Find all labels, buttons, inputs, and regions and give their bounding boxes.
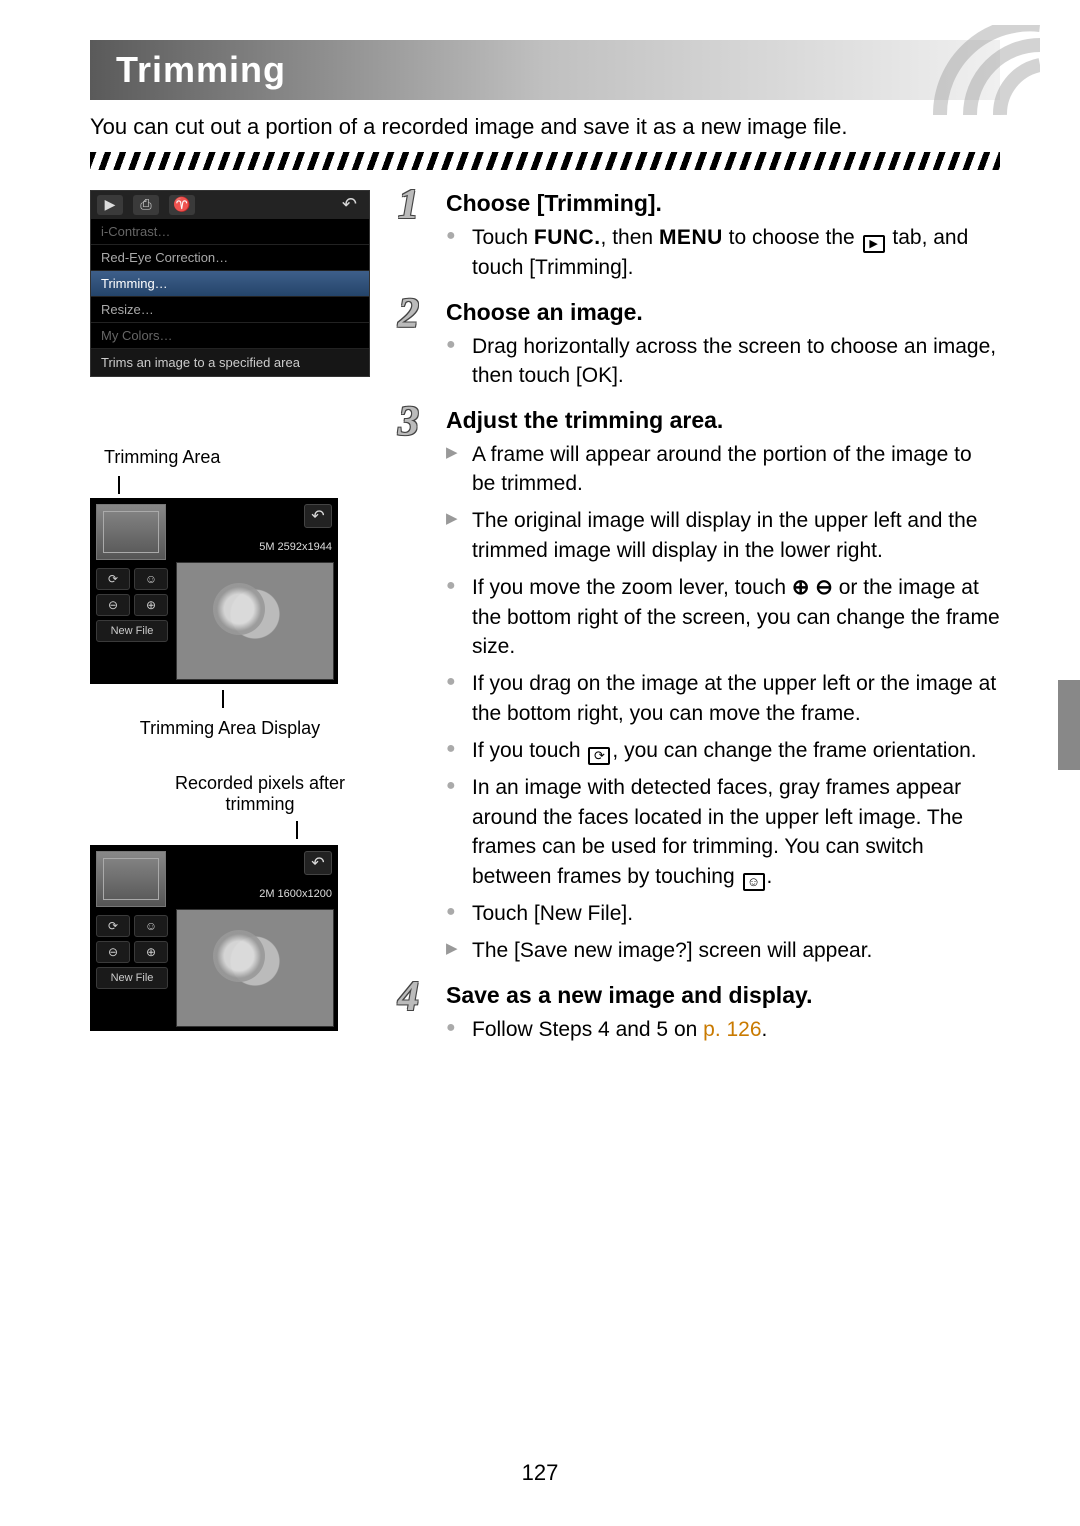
step-2: 2 Choose an image. Drag horizontally acr…: [398, 299, 1000, 391]
step-number: 1: [398, 184, 419, 226]
intro-text: You can cut out a portion of a recorded …: [90, 112, 1000, 142]
zoom-in-icon: ⊕: [134, 941, 168, 963]
back-icon: ↶: [336, 194, 363, 215]
menu-rows: i-Contrast… Red-Eye Correction… Trimming…: [91, 219, 369, 349]
play-tab-icon: [863, 235, 885, 253]
menu-hint: Trims an image to a specified area: [91, 349, 369, 376]
step-bullet: If you touch , you can change the frame …: [446, 736, 1000, 765]
step-number: 3: [398, 401, 419, 443]
label-recorded-px: Recorded pixels after trimming: [150, 773, 370, 815]
section-header: Trimming: [90, 40, 1000, 100]
pointer-line: [90, 821, 370, 841]
pointer-line: [90, 474, 370, 494]
face-icon: ☺: [134, 568, 168, 590]
zoom-in-icon: ⊕: [134, 594, 168, 616]
zoom-in-icon: ⊕: [792, 576, 810, 599]
trimming-area-figure: Trimming Area ↶ 5M 2592x1944 ⟳ ☺ ⊖ ⊕: [90, 447, 370, 739]
step-bullet: In an image with detected faces, gray fr…: [446, 773, 1000, 891]
back-icon: ↶: [304, 504, 332, 528]
back-icon: ↶: [304, 851, 332, 875]
thumbnail: [96, 851, 166, 907]
divider: [90, 152, 1000, 170]
play-tab-icon: ▶: [97, 195, 123, 215]
menu-row-selected: Trimming…: [91, 271, 369, 297]
resolution-text: 5M 2592x1944: [257, 540, 334, 554]
face-icon: ☺: [134, 915, 168, 937]
page-content: Trimming You can cut out a portion of a …: [0, 0, 1080, 1100]
tools-tab-icon: ♈: [169, 195, 195, 215]
step-bullet: If you drag on the image at the upper le…: [446, 669, 1000, 728]
step-4: 4 Save as a new image and display. Follo…: [398, 982, 1000, 1044]
right-column: 1 Choose [Trimming]. Touch FUNC., then M…: [398, 190, 1000, 1061]
step-bullet: Touch [New File].: [446, 899, 1000, 928]
step-heading: Choose an image.: [446, 299, 1000, 326]
menu-row: i-Contrast…: [91, 219, 369, 245]
step-bullet: Follow Steps 4 and 5 on p. 126.: [446, 1015, 1000, 1044]
side-controls: ⟳ ☺ ⊖ ⊕ New File: [96, 568, 168, 642]
menu-key: MENU: [659, 226, 723, 249]
menu-screenshot: ▶ ⎙ ♈ ↶ i-Contrast… Red-Eye Correction… …: [90, 190, 370, 377]
side-controls: ⟳ ☺ ⊖ ⊕ New File: [96, 915, 168, 989]
step-number: 4: [398, 976, 419, 1018]
new-file-button: New File: [96, 967, 168, 989]
photo-screenshot-2: ↶ 2M 1600x1200 ⟳ ☺ ⊖ ⊕ New File: [90, 845, 338, 1031]
thumbnail: [96, 504, 166, 560]
rotate-icon: ⟳: [96, 568, 130, 590]
resolution-text: 2M 1600x1200: [257, 887, 334, 901]
photo-screenshot-1: ↶ 5M 2592x1944 ⟳ ☺ ⊖ ⊕ New File: [90, 498, 338, 684]
recorded-pixels-figure: Recorded pixels after trimming ↶ 2M 1600…: [90, 773, 370, 1031]
step-heading: Save as a new image and display.: [446, 982, 1000, 1009]
new-file-button: New File: [96, 620, 168, 642]
page-link[interactable]: p. 126: [703, 1018, 761, 1041]
menu-tab-bar: ▶ ⎙ ♈ ↶: [91, 191, 369, 219]
page-thumb-tab: [1058, 680, 1080, 770]
step-bullet: Drag horizontally across the screen to c…: [446, 332, 1000, 391]
zoom-out-icon: ⊖: [96, 594, 130, 616]
left-column: ▶ ⎙ ♈ ↶ i-Contrast… Red-Eye Correction… …: [90, 190, 370, 1061]
menu-row: Resize…: [91, 297, 369, 323]
step-heading: Choose [Trimming].: [446, 190, 1000, 217]
page-number: 127: [0, 1460, 1080, 1486]
pointer-line: [90, 690, 370, 710]
main-photo: [176, 909, 334, 1027]
step-result: A frame will appear around the portion o…: [446, 440, 1000, 499]
main-photo: [176, 562, 334, 680]
face-detect-icon: [743, 873, 765, 891]
corner-decoration: [820, 25, 1040, 115]
label-trimming-display: Trimming Area Display: [90, 718, 370, 739]
two-column-layout: ▶ ⎙ ♈ ↶ i-Contrast… Red-Eye Correction… …: [90, 190, 1000, 1061]
rotate-icon: [588, 747, 610, 765]
zoom-out-icon: ⊖: [96, 941, 130, 963]
step-number: 2: [398, 293, 419, 335]
step-result: The original image will display in the u…: [446, 506, 1000, 565]
step-heading: Adjust the trimming area.: [446, 407, 1000, 434]
step-bullet: Touch FUNC., then MENU to choose the tab…: [446, 223, 1000, 283]
zoom-out-icon: ⊖: [815, 576, 833, 599]
menu-row: Red-Eye Correction…: [91, 245, 369, 271]
print-tab-icon: ⎙: [133, 195, 159, 215]
step-3: 3 Adjust the trimming area. A frame will…: [398, 407, 1000, 966]
page-title: Trimming: [116, 49, 286, 91]
label-trimming-area: Trimming Area: [104, 447, 370, 468]
step-1: 1 Choose [Trimming]. Touch FUNC., then M…: [398, 190, 1000, 283]
step-result: The [Save new image?] screen will appear…: [446, 936, 1000, 965]
func-key: FUNC.: [534, 226, 601, 249]
rotate-icon: ⟳: [96, 915, 130, 937]
step-bullet: If you move the zoom lever, touch ⊕ ⊖ or…: [446, 573, 1000, 661]
menu-row: My Colors…: [91, 323, 369, 349]
